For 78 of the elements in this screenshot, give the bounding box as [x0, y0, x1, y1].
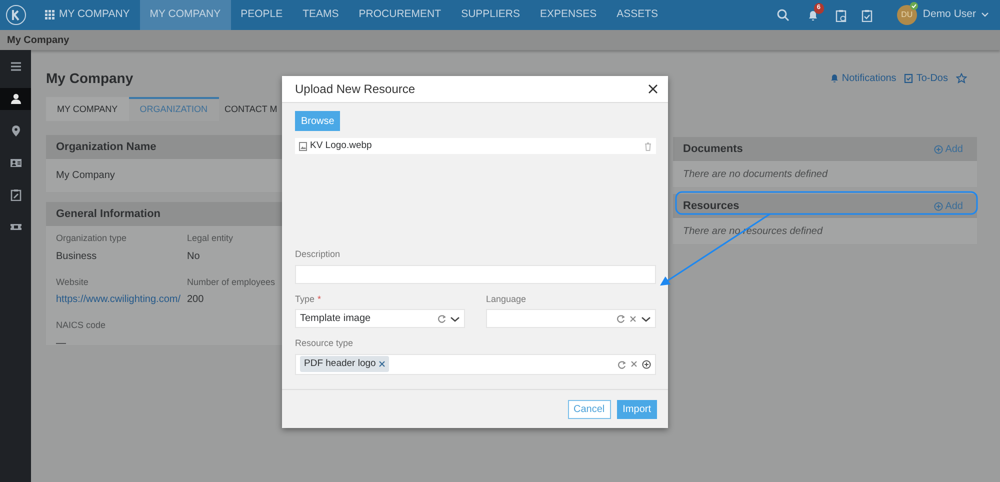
- notifications-link[interactable]: Notifications: [830, 70, 896, 86]
- field-value: —: [56, 336, 67, 350]
- clipboard-check-icon: [904, 73, 914, 83]
- chevron-down-icon[interactable]: [641, 314, 651, 322]
- refresh-icon[interactable]: [617, 360, 626, 368]
- empty-message: There are no documents defined: [682, 168, 829, 182]
- modal-title: Upload New Resource: [295, 81, 416, 98]
- app-menu-button[interactable]: MY COMPANY: [35, 0, 140, 30]
- field-label: Type: [295, 294, 315, 304]
- chevron-down-icon[interactable]: [450, 314, 460, 322]
- field-label: Resource type: [295, 337, 354, 350]
- contact-card-icon[interactable]: [10, 157, 22, 169]
- field-value: No: [187, 250, 201, 264]
- panel-title: Resources: [683, 198, 740, 214]
- nav-tab[interactable]: MY COMPANY: [140, 0, 231, 30]
- file-name: KV Logo.webp: [310, 138, 372, 153]
- map-pin-icon[interactable]: [10, 125, 22, 137]
- field-value: 200: [187, 293, 205, 307]
- page-tab[interactable]: MY COMPANY: [46, 97, 129, 121]
- plus-circle-icon: [934, 202, 944, 210]
- card-title: Organization Name: [56, 140, 156, 155]
- clipboard-edit-icon[interactable]: [10, 189, 22, 201]
- clipboard-check-icon[interactable]: [860, 8, 873, 22]
- check-badge-icon: [910, 2, 918, 10]
- user-avatar[interactable]: DU: [896, 5, 917, 25]
- field-label: Number of employees: [187, 276, 276, 289]
- field-label: Website: [56, 276, 90, 288]
- caret-icon: [981, 12, 989, 18]
- refresh-icon[interactable]: [437, 314, 446, 323]
- plus-circle-icon[interactable]: [642, 360, 651, 368]
- todos-link[interactable]: To-Dos: [904, 70, 948, 86]
- description-field[interactable]: [295, 264, 656, 284]
- breadcrumb: My Company: [0, 30, 1000, 50]
- field-value: Business: [56, 250, 98, 264]
- plus-circle-icon: [934, 144, 944, 154]
- field-label: Legal entity: [187, 232, 234, 245]
- tag-label: PDF header logo: [304, 356, 376, 371]
- nav-tab[interactable]: PEOPLE: [230, 0, 293, 30]
- field-label: Language: [486, 292, 528, 306]
- field-label: Organization type: [56, 232, 128, 245]
- user-menu-button[interactable]: Demo User: [916, 0, 1000, 30]
- website-link[interactable]: https://www.cwilighting.com/: [56, 292, 187, 307]
- nav-tab[interactable]: SUPPLIERS: [451, 0, 530, 30]
- field-label: NAICS code: [56, 319, 107, 332]
- page-tab[interactable]: ORGANIZATION: [128, 97, 219, 121]
- browse-button[interactable]: Browse: [295, 111, 340, 131]
- nav-tab[interactable]: PROCUREMENT: [348, 0, 452, 30]
- import-button[interactable]: Import: [616, 400, 657, 418]
- clipboard-clock-icon[interactable]: [834, 8, 847, 22]
- field-label: Description: [295, 248, 342, 261]
- panel-title: Documents: [683, 142, 743, 157]
- card-title: General Information: [56, 206, 161, 222]
- logo-icon[interactable]: [5, 4, 27, 26]
- clear-icon[interactable]: [629, 314, 637, 322]
- remove-tag-icon[interactable]: [378, 361, 385, 367]
- page-tab[interactable]: CONTACT M: [218, 97, 288, 121]
- close-icon[interactable]: [648, 84, 658, 94]
- menu-icon[interactable]: [10, 61, 22, 73]
- nav-tab[interactable]: EXPENSES: [530, 0, 607, 30]
- nav-tab[interactable]: ASSETS: [606, 0, 668, 30]
- person-icon[interactable]: [10, 93, 22, 105]
- resource-type-select[interactable]: PDF header logo: [295, 354, 656, 374]
- refresh-icon[interactable]: [616, 314, 625, 323]
- ticket-icon[interactable]: [10, 221, 22, 233]
- type-select[interactable]: Template image: [295, 309, 465, 328]
- image-file-icon: [299, 142, 307, 150]
- bell-icon: [830, 73, 839, 83]
- required-mark: *: [318, 294, 322, 304]
- grid-icon: [45, 10, 55, 20]
- field-value: My Company: [56, 170, 115, 181]
- cancel-button[interactable]: Cancel: [568, 400, 611, 418]
- clear-icon[interactable]: [630, 360, 638, 368]
- nav-tab[interactable]: TEAMS: [292, 0, 349, 30]
- page-title: My Company: [46, 69, 134, 86]
- search-icon[interactable]: [776, 9, 789, 21]
- empty-message: There are no resources defined: [682, 225, 824, 239]
- star-icon[interactable]: [956, 72, 967, 84]
- bell-icon[interactable]: [806, 9, 819, 21]
